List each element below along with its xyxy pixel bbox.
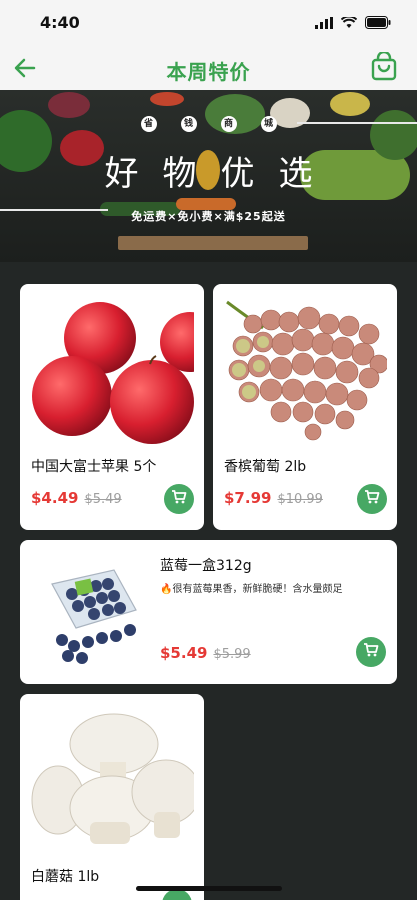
battery-icon — [365, 14, 391, 33]
original-price: $5.99 — [213, 647, 251, 662]
add-to-cart-button[interactable] — [164, 484, 194, 514]
promo-banner[interactable]: 省 钱 商 城 好物优选 免运费×免小费×满$25起送 — [0, 90, 417, 262]
onion-decoration — [48, 92, 90, 118]
home-indicator — [136, 886, 282, 891]
status-time: 4:40 — [40, 13, 80, 32]
price-row: $4.49 $5.49 — [31, 489, 122, 507]
cart-icon — [364, 489, 380, 509]
banner-tags: 省 钱 商 城 — [0, 116, 417, 132]
mushroom-image — [30, 704, 194, 854]
product-name: 香槟葡萄 2lb — [224, 459, 307, 475]
cart-icon — [363, 642, 379, 662]
shopping-bag-icon[interactable] — [369, 50, 399, 82]
original-price: $10.99 — [277, 492, 323, 507]
apple-image — [30, 294, 194, 444]
current-price: $4.49 — [31, 489, 79, 507]
banner-tag: 城 — [260, 116, 277, 132]
product-description: 🔥很有蓝莓果香，新鲜脆硬！含水量颇足 — [160, 584, 343, 595]
price-row: $5.49 $5.99 — [160, 644, 251, 662]
lemon-decoration — [330, 92, 370, 116]
banner-tag: 商 — [220, 116, 237, 132]
add-to-cart-button[interactable] — [356, 637, 386, 667]
product-name: 中国大富士苹果 5个 — [31, 459, 157, 475]
product-card-mushroom[interactable]: 白蘑菇 1lb — [20, 694, 204, 900]
grape-image — [223, 294, 387, 444]
original-price: $5.49 — [84, 492, 122, 507]
product-card-blueberry[interactable]: 蓝莓一盒312g 🔥很有蓝莓果香，新鲜脆硬！含水量颇足 $5.49 $5.99 — [20, 540, 397, 684]
current-price: $5.49 — [160, 644, 208, 662]
status-icons — [315, 14, 391, 33]
nav-bar: 本周特价 — [0, 46, 417, 90]
page-title: 本周特价 — [166, 60, 251, 84]
banner-headline: 好物优选 — [104, 154, 337, 194]
blueberry-image — [32, 554, 150, 670]
signal-icon — [315, 14, 333, 33]
wifi-icon — [340, 14, 358, 33]
product-name: 白蘑菇 1lb — [31, 869, 100, 885]
cart-icon — [171, 489, 187, 509]
add-to-cart-button[interactable] — [357, 484, 387, 514]
banner-tag: 省 — [140, 116, 157, 132]
chili-decoration — [150, 92, 184, 106]
status-bar: 4:40 — [0, 0, 417, 46]
banner-stand-decoration — [118, 236, 308, 250]
banner-subtitle: 免运费×免小费×满$25起送 — [131, 210, 286, 223]
product-name: 蓝莓一盒312g — [160, 558, 252, 574]
product-card-grape[interactable]: 香槟葡萄 2lb $7.99 $10.99 — [213, 284, 397, 530]
banner-tag: 钱 — [180, 116, 197, 132]
price-row: $7.99 $10.99 — [224, 489, 323, 507]
product-card-apple[interactable]: 中国大富士苹果 5个 $4.49 $5.49 — [20, 284, 204, 530]
current-price: $7.99 — [224, 489, 272, 507]
